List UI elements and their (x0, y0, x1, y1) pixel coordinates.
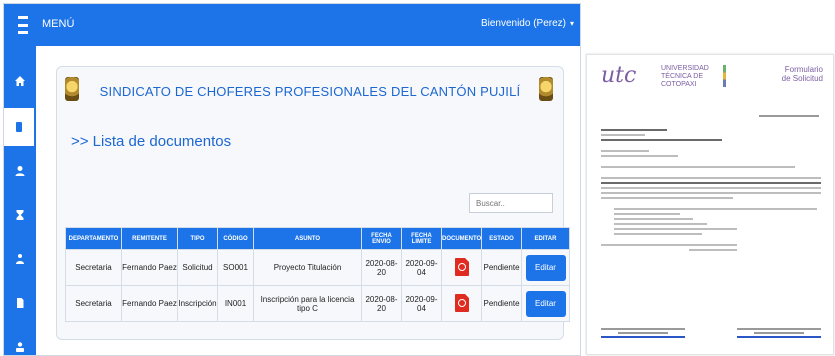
sidebar-item-files[interactable] (8, 284, 32, 322)
cell-editar: Editar (521, 285, 570, 322)
utc-logo: utc (601, 63, 637, 88)
cell-documento (441, 249, 482, 286)
cell-tipo: Solicitud (177, 249, 218, 286)
header-editar[interactable]: EDITAR (521, 227, 570, 250)
cell-fecha-envio: 2020-08-20 (361, 285, 402, 322)
document-date-line (759, 115, 819, 117)
cell-editar: Editar (521, 249, 570, 286)
header-asunto[interactable]: ASUNTO (253, 227, 362, 250)
university-name-line: TÉCNICA DE (661, 73, 704, 80)
sidebar-item-documents[interactable] (4, 108, 34, 146)
union-logo-right (539, 77, 553, 101)
form-title: Formulario de Solicitud (782, 65, 823, 83)
header-departamento[interactable]: DEPARTAMENTO (65, 227, 122, 250)
header-estado[interactable]: ESTADO (481, 227, 522, 250)
form-title-line: de Solicitud (781, 74, 823, 83)
cell-estado: Pendiente (481, 285, 522, 322)
cell-asunto: Inscripción para la licencia tipo C (253, 285, 362, 322)
cell-departamento: Secretaria (65, 285, 122, 322)
university-name-line: UNIVERSIDAD (661, 65, 709, 72)
header-documento[interactable]: DOCUMENTO (441, 227, 482, 250)
hourglass-icon (16, 210, 24, 220)
sidebar-item-pending[interactable] (8, 196, 32, 234)
cell-fecha-envio: 2020-08-20 (361, 249, 402, 286)
top-navbar: MENÚ Bienvenido (Perez) ▾ (4, 4, 580, 46)
header-fecha-envio[interactable]: FECHA ENVIO (361, 227, 402, 250)
page-title: >> Lista de documentos (71, 133, 232, 150)
home-icon (15, 76, 25, 86)
sidebar-item-members[interactable] (8, 240, 32, 278)
cell-documento (441, 285, 482, 322)
header-tipo[interactable]: TIPO (177, 227, 218, 250)
sidebar-item-profile[interactable] (8, 328, 32, 355)
signature-block (737, 328, 821, 338)
form-title-line: Formulario (784, 65, 823, 74)
chevron-down-icon: ▾ (569, 19, 574, 28)
documents-table: DEPARTAMENTO REMITENTE TIPO CÓDIGO ASUNT… (65, 227, 570, 322)
profile-icon (16, 342, 24, 352)
table-row: Secretaria Fernando Paez Inscripción IN0… (65, 285, 570, 322)
pdf-icon[interactable] (454, 293, 469, 312)
main-content: SINDICATO DE CHOFERES PROFESIONALES DEL … (36, 46, 580, 355)
edit-button[interactable]: Editar (525, 290, 566, 317)
cell-tipo: Inscripción (177, 285, 218, 322)
cell-codigo: SO001 (217, 249, 254, 286)
sidebar-item-user[interactable] (8, 152, 32, 190)
header-fecha-limite[interactable]: FECHA LIMITE (401, 227, 442, 250)
signature-block (601, 328, 685, 338)
cell-estado: Pendiente (481, 249, 522, 286)
sidebar (4, 46, 36, 355)
documents-panel: SINDICATO DE CHOFERES PROFESIONALES DEL … (56, 66, 570, 340)
user-icon (15, 166, 25, 176)
panel-title: SINDICATO DE CHOFERES PROFESIONALES DEL … (99, 84, 521, 99)
cell-remitente: Fernando Paez (121, 249, 178, 286)
university-name: UNIVERSIDAD TÉCNICA DE COTOPAXI (661, 65, 709, 89)
header-remitente[interactable]: REMITENTE (121, 227, 178, 250)
signature-section (601, 328, 821, 338)
search-input[interactable] (469, 193, 553, 213)
edit-button[interactable]: Editar (525, 254, 566, 281)
pdf-icon[interactable] (454, 257, 469, 276)
table-row: Secretaria Fernando Paez Solicitud SO001… (65, 249, 570, 286)
document-header: utc UNIVERSIDAD TÉCNICA DE COTOPAXI Form… (601, 63, 823, 93)
university-name-line: COTOPAXI (661, 81, 697, 88)
user-menu[interactable]: Bienvenido (Perez) ▾ (481, 18, 574, 29)
file-icon (17, 298, 24, 308)
cell-remitente: Fernando Paez (121, 285, 178, 322)
users-icon (16, 254, 24, 264)
document-icon (16, 122, 22, 132)
cell-departamento: Secretaria (65, 249, 122, 286)
welcome-text: Bienvenido (Perez) (480, 18, 566, 29)
header-codigo[interactable]: CÓDIGO (217, 227, 254, 250)
table-header-row: DEPARTAMENTO REMITENTE TIPO CÓDIGO ASUNT… (65, 227, 570, 250)
color-bar (723, 65, 726, 87)
panel-header: SINDICATO DE CHOFERES PROFESIONALES DEL … (57, 67, 563, 115)
cell-fecha-limite: 2020-09-04 (401, 249, 442, 286)
document-body (601, 129, 821, 254)
cell-fecha-limite: 2020-09-04 (401, 285, 442, 322)
menu-label[interactable]: MENÚ (42, 18, 74, 30)
cell-codigo: IN001 (217, 285, 254, 322)
document-preview: utc UNIVERSIDAD TÉCNICA DE COTOPAXI Form… (586, 54, 834, 355)
cell-asunto: Proyecto Titulación (253, 249, 362, 286)
menu-toggle-icon[interactable] (14, 16, 32, 34)
app-window: MENÚ Bienvenido (Perez) ▾ SINDICATO DE C… (3, 3, 581, 356)
sidebar-item-home[interactable] (8, 62, 32, 100)
